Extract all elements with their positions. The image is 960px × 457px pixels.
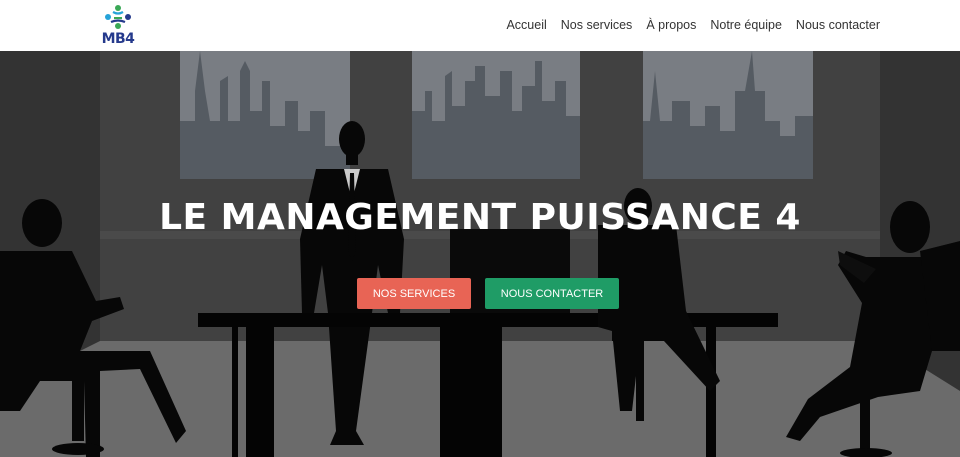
nos-services-button[interactable]: Nos services xyxy=(357,278,471,309)
people-circle-icon xyxy=(105,5,131,29)
nav-item-nos-services[interactable]: Nos services xyxy=(561,18,633,32)
logo-text: MB4 xyxy=(101,31,135,47)
nous-contacter-button[interactable]: Nous contacter xyxy=(485,278,619,309)
nav-item-notre-equipe[interactable]: Notre équipe xyxy=(710,18,782,32)
nav-item-accueil[interactable]: Accueil xyxy=(506,18,546,32)
mb4-logo[interactable]: MB4 xyxy=(96,4,142,48)
site-header: MB4 Accueil Nos services À propos Notre … xyxy=(0,0,960,51)
nav-item-a-propos[interactable]: À propos xyxy=(646,18,696,32)
nav-item-nous-contacter[interactable]: Nous contacter xyxy=(796,18,880,32)
hero-title: LE MANAGEMENT PUISSANCE 4 xyxy=(159,197,801,238)
office-meeting-silhouette-illustration xyxy=(0,51,960,457)
main-nav: Accueil Nos services À propos Notre équi… xyxy=(506,18,880,32)
hero-section: LE MANAGEMENT PUISSANCE 4 Nos services N… xyxy=(0,51,960,457)
